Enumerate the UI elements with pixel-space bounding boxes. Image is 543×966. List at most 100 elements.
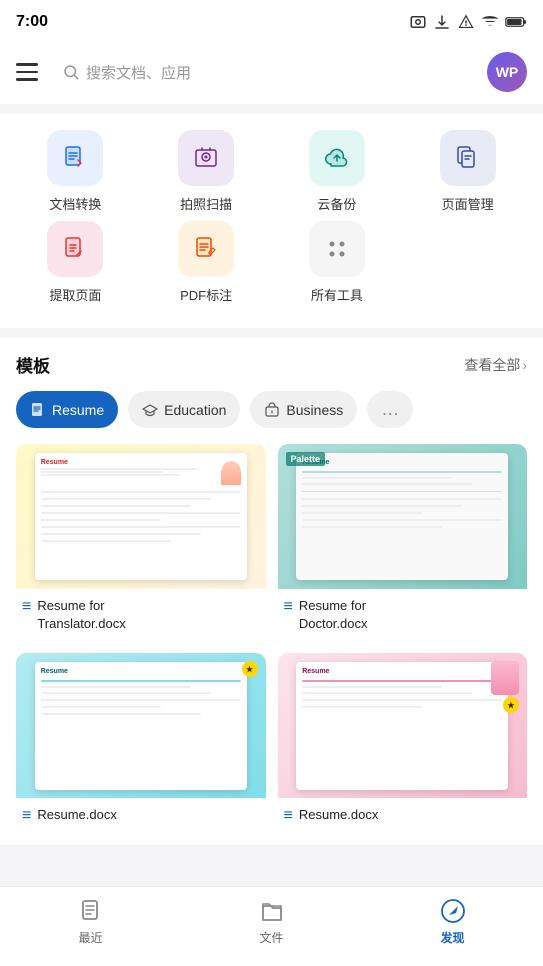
template-info-3: ≡ Resume.docx <box>278 798 528 833</box>
battery-icon <box>505 16 527 28</box>
pdf-note-label: PDF标注 <box>180 285 232 304</box>
photo-scan-icon-wrap <box>178 130 234 186</box>
tool-all-tools[interactable]: 所有工具 <box>282 221 392 304</box>
nav-label-files: 文件 <box>259 929 283 946</box>
status-time: 7:00 <box>16 13 48 31</box>
tab-more[interactable]: … <box>367 391 413 428</box>
menu-line-1 <box>16 63 38 66</box>
tool-photo-scan[interactable]: 拍照扫描 <box>151 130 261 213</box>
extract-page-icon <box>61 235 89 263</box>
download-icon <box>433 13 451 31</box>
template-card-3[interactable]: Resume ★ ≡ Resume.docx <box>278 653 528 833</box>
page-manage-label: 页面管理 <box>442 194 494 213</box>
warning-icon <box>457 13 475 31</box>
doc-convert-icon-wrap <box>47 130 103 186</box>
pdf-note-icon-wrap <box>178 221 234 277</box>
nav-icon-recent <box>77 897 105 925</box>
template-doc-icon-3: ≡ <box>284 807 293 825</box>
menu-button[interactable] <box>16 54 52 90</box>
tab-education[interactable]: Education <box>128 391 240 428</box>
premium-badge-2: ★ <box>242 661 258 677</box>
resume-inner-3: Resume <box>296 662 508 790</box>
resume-inner-1: Resume <box>296 453 508 581</box>
tool-page-manage[interactable]: 页面管理 <box>413 130 523 213</box>
category-tabs: Resume Education Business … <box>16 391 527 440</box>
search-placeholder: 搜索文档、应用 <box>86 62 191 83</box>
cloud-backup-icon-wrap <box>309 130 365 186</box>
bottom-nav: 最近 文件 发现 <box>0 886 543 966</box>
education-tab-icon <box>142 402 158 418</box>
tool-extract-page[interactable]: 提取页面 <box>20 221 130 304</box>
search-input-area[interactable]: 搜索文档、应用 <box>62 62 191 83</box>
template-card-2[interactable]: Resume ★ ≡ Resume.docx <box>16 653 266 833</box>
resume-tab-icon <box>30 402 46 418</box>
avatar-text: WP <box>496 64 519 80</box>
nav-item-discover[interactable]: 发现 <box>413 897 493 946</box>
tab-education-label: Education <box>164 402 226 418</box>
template-thumb-3: Resume ★ <box>278 653 528 798</box>
menu-line-2 <box>16 71 38 74</box>
page-manage-icon <box>454 144 482 172</box>
doc-convert-label: 文档转换 <box>49 194 101 213</box>
resume-inner-0: Resume <box>35 453 247 581</box>
template-name-0: Resume for Translator.docx <box>37 597 125 633</box>
doc-convert-icon <box>61 144 89 172</box>
section-header: 模板 查看全部 › <box>16 352 527 377</box>
view-all-button[interactable]: 查看全部 › <box>464 355 527 375</box>
section-title: 模板 <box>16 352 50 377</box>
template-info-1: ≡ Resume for Doctor.docx <box>278 589 528 641</box>
all-tools-icon <box>323 235 351 263</box>
nav-label-discover: 发现 <box>440 929 464 946</box>
tools-row-2: 提取页面 PDF标注 所有工具 <box>0 221 543 304</box>
template-info-0: ≡ Resume for Translator.docx <box>16 589 266 641</box>
photo-icon <box>409 13 427 31</box>
photo-scan-icon <box>192 144 220 172</box>
tools-row-1: 文档转换 拍照扫描 云备份 <box>0 130 543 213</box>
all-tools-icon-wrap <box>309 221 365 277</box>
template-thumb-1: Palette Resume <box>278 444 528 589</box>
template-card-0[interactable]: Resume <box>16 444 266 641</box>
templates-grid: Resume <box>16 440 527 845</box>
nav-label-recent: 最近 <box>78 929 102 946</box>
page-manage-icon-wrap <box>440 130 496 186</box>
chevron-right-icon: › <box>522 357 527 373</box>
business-tab-icon <box>264 402 280 418</box>
pdf-note-icon <box>192 235 220 263</box>
template-doc-icon-2: ≡ <box>22 807 31 825</box>
search-icon <box>62 63 80 81</box>
tool-pdf-note[interactable]: PDF标注 <box>151 221 261 304</box>
tool-cloud-backup[interactable]: 云备份 <box>282 130 392 213</box>
tab-business[interactable]: Business <box>250 391 357 428</box>
nav-item-files[interactable]: 文件 <box>232 897 312 946</box>
template-thumb-0: Resume <box>16 444 266 589</box>
tools-section: 文档转换 拍照扫描 云备份 <box>0 114 543 328</box>
extract-page-label: 提取页面 <box>49 285 101 304</box>
portrait-placeholder-3 <box>491 661 519 695</box>
template-doc-icon-1: ≡ <box>284 598 293 616</box>
menu-line-3 <box>16 78 38 81</box>
template-doc-icon-0: ≡ <box>22 598 31 616</box>
cloud-backup-icon <box>323 144 351 172</box>
user-avatar[interactable]: WP <box>487 52 527 92</box>
tool-doc-convert[interactable]: 文档转换 <box>20 130 130 213</box>
wifi-icon <box>481 13 499 31</box>
template-name-2: Resume.docx <box>37 806 116 824</box>
template-name-1: Resume for Doctor.docx <box>299 597 368 633</box>
template-card-1[interactable]: Palette Resume ≡ Resume for Doctor.docx <box>278 444 528 641</box>
tab-more-label: … <box>381 399 399 420</box>
template-thumb-2: Resume ★ <box>16 653 266 798</box>
extract-page-icon-wrap <box>47 221 103 277</box>
status-bar: 7:00 <box>0 0 543 44</box>
tab-resume-label: Resume <box>52 402 104 418</box>
tab-business-label: Business <box>286 402 343 418</box>
nav-icon-discover <box>439 897 467 925</box>
premium-badge-3: ★ <box>503 697 519 713</box>
templates-section: 模板 查看全部 › Resume Education <box>0 338 543 845</box>
template-name-3: Resume.docx <box>299 806 378 824</box>
template-info-2: ≡ Resume.docx <box>16 798 266 833</box>
nav-item-recent[interactable]: 最近 <box>51 897 131 946</box>
all-tools-label: 所有工具 <box>311 285 363 304</box>
search-bar: 搜索文档、应用 WP <box>0 44 543 104</box>
cloud-backup-label: 云备份 <box>317 194 356 213</box>
tab-resume[interactable]: Resume <box>16 391 118 428</box>
